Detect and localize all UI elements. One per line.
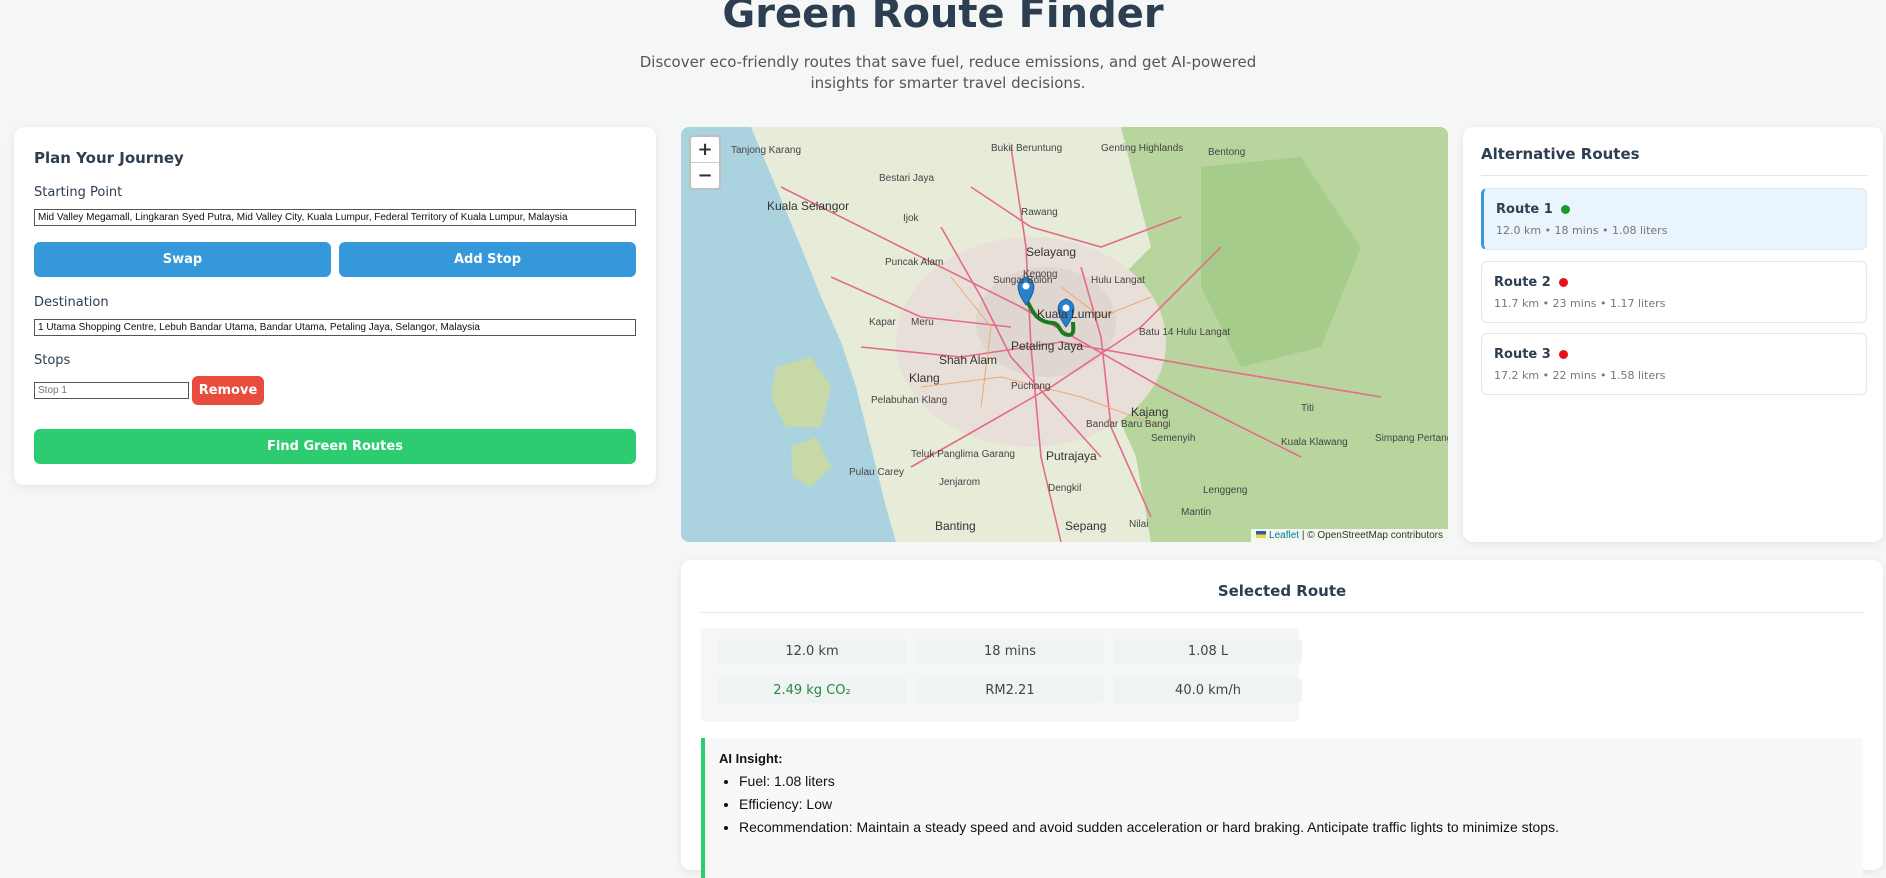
route-map[interactable]: Tanjong Karang Kuala Selangor Bestari Ja…	[681, 127, 1448, 542]
map-label: Batu 14 Hulu Langat	[1139, 327, 1231, 338]
zoom-out-button[interactable]: −	[691, 162, 719, 188]
route-name: Route 1	[1496, 202, 1570, 217]
stat-fuel: 1.08 L	[1114, 639, 1302, 664]
leaflet-link[interactable]: Leaflet	[1269, 530, 1299, 541]
ai-insight-title: AI Insight:	[719, 751, 783, 766]
map-label: Kuala Selangor	[767, 199, 850, 213]
plan-journey-panel: Plan Your Journey Starting Point Swap Ad…	[14, 127, 656, 485]
stops-label: Stops	[34, 353, 71, 368]
stop-input[interactable]	[34, 382, 189, 399]
route-item-1[interactable]: Route 1 12.0 km • 18 mins • 1.08 liters	[1481, 188, 1867, 250]
insight-item: Efficiency: Low	[739, 796, 1559, 812]
map-label: Klang	[909, 371, 940, 385]
map-label: Titi	[1301, 403, 1314, 414]
stat-distance: 12.0 km	[718, 639, 906, 664]
map-label: Kuala Klawang	[1281, 437, 1348, 448]
remove-stop-button[interactable]: Remove	[192, 376, 264, 405]
map-label: Tanjong Karang	[731, 145, 802, 156]
map-label: Rawang	[1021, 207, 1058, 218]
stat-speed: 40.0 km/h	[1114, 678, 1302, 703]
zoom-in-button[interactable]: +	[691, 137, 719, 162]
add-stop-button[interactable]: Add Stop	[339, 242, 636, 277]
map-label: Puchong	[1011, 381, 1051, 392]
stat-cost: RM2.21	[916, 678, 1104, 703]
map-label: Bandar Baru Bangi	[1086, 419, 1171, 430]
find-green-routes-button[interactable]: Find Green Routes	[34, 429, 636, 464]
route-stats: 12.0 km 18 mins 1.08 L 2.49 kg CO₂ RM2.2…	[701, 628, 1302, 722]
route-status-dot	[1558, 278, 1568, 287]
selected-route-panel: Selected Route 12.0 km 18 mins 1.08 L 2.…	[681, 560, 1883, 878]
map-label: Banting	[935, 519, 976, 533]
stat-duration: 18 mins	[916, 639, 1104, 664]
map-label: Bukit Beruntung	[991, 143, 1063, 154]
map-label: Kapar	[869, 317, 896, 328]
map-label: Ijok	[903, 213, 919, 224]
map-label: Jenjarom	[939, 477, 981, 488]
map-label: Mantin	[1181, 507, 1212, 518]
map-label: Hulu Langat	[1091, 275, 1145, 286]
map-label: Lenggeng	[1203, 485, 1248, 496]
map-label: Bestari Jaya	[879, 173, 935, 184]
map-label: Nilai	[1129, 519, 1149, 530]
map-label: Kajang	[1131, 405, 1169, 419]
map-tiles	[681, 127, 1448, 542]
alternative-routes-panel: Alternative Routes Route 1 12.0 km • 18 …	[1463, 127, 1883, 542]
route-name: Route 3	[1494, 347, 1568, 362]
attribution-text: | © OpenStreetMap contributors	[1299, 530, 1443, 541]
route-meta: 12.0 km • 18 mins • 1.08 liters	[1496, 224, 1668, 237]
alternative-routes-heading: Alternative Routes	[1481, 145, 1867, 176]
map-label: Putrajaya	[1046, 449, 1097, 463]
route-status-dot	[1560, 205, 1570, 214]
map-label: Kuala Lumpur	[1037, 307, 1112, 321]
route-meta: 17.2 km • 22 mins • 1.58 liters	[1494, 369, 1666, 382]
selected-route-heading: Selected Route	[701, 582, 1863, 613]
map-label: Sepang	[1065, 519, 1107, 533]
map-label: Bentong	[1208, 147, 1246, 158]
map-label: Simpang Pertang	[1375, 433, 1448, 444]
plan-heading: Plan Your Journey	[34, 149, 184, 167]
map-label: Petaling Jaya	[1011, 339, 1084, 353]
map-label: Kepong	[1023, 269, 1058, 280]
route-meta: 11.7 km • 23 mins • 1.17 liters	[1494, 297, 1666, 310]
map-label: Selayang	[1026, 245, 1077, 259]
map-label: Semenyih	[1151, 433, 1196, 444]
insight-item: Fuel: 1.08 liters	[739, 773, 1559, 789]
map-label: Meru	[911, 317, 934, 328]
route-item-3[interactable]: Route 3 17.2 km • 22 mins • 1.58 liters	[1481, 333, 1867, 395]
ai-insight-box: AI Insight: Fuel: 1.08 liters Efficiency…	[701, 738, 1863, 878]
route-item-2[interactable]: Route 2 11.7 km • 23 mins • 1.17 liters	[1481, 261, 1867, 323]
map-label: Puncak Alam	[885, 257, 944, 268]
map-label: Pulau Carey	[849, 467, 905, 478]
route-name: Route 2	[1494, 275, 1568, 290]
starting-point-label: Starting Point	[34, 185, 123, 200]
starting-point-input[interactable]	[34, 209, 636, 226]
swap-button[interactable]: Swap	[34, 242, 331, 277]
map-label: Shah Alam	[939, 353, 998, 367]
destination-input[interactable]	[34, 319, 636, 336]
page-title: Green Route Finder	[722, 0, 1164, 37]
page-subtitle: Discover eco-friendly routes that save f…	[639, 53, 1257, 92]
map-attribution: Leaflet | © OpenStreetMap contributors	[1251, 529, 1448, 542]
map-label: Genting Highlands	[1101, 143, 1184, 154]
map-label: Teluk Panglima Garang	[911, 449, 1015, 460]
map-label: Dengkil	[1048, 483, 1082, 494]
zoom-control: + −	[689, 135, 721, 190]
destination-label: Destination	[34, 295, 109, 310]
stat-co2: 2.49 kg CO₂	[718, 678, 906, 703]
ai-insight-list: Fuel: 1.08 liters Efficiency: Low Recomm…	[719, 773, 1559, 842]
route-status-dot	[1558, 350, 1568, 359]
map-label: Pelabuhan Klang	[871, 395, 948, 406]
insight-item: Recommendation: Maintain a steady speed …	[739, 819, 1559, 835]
leaflet-flag-icon	[1256, 531, 1267, 538]
